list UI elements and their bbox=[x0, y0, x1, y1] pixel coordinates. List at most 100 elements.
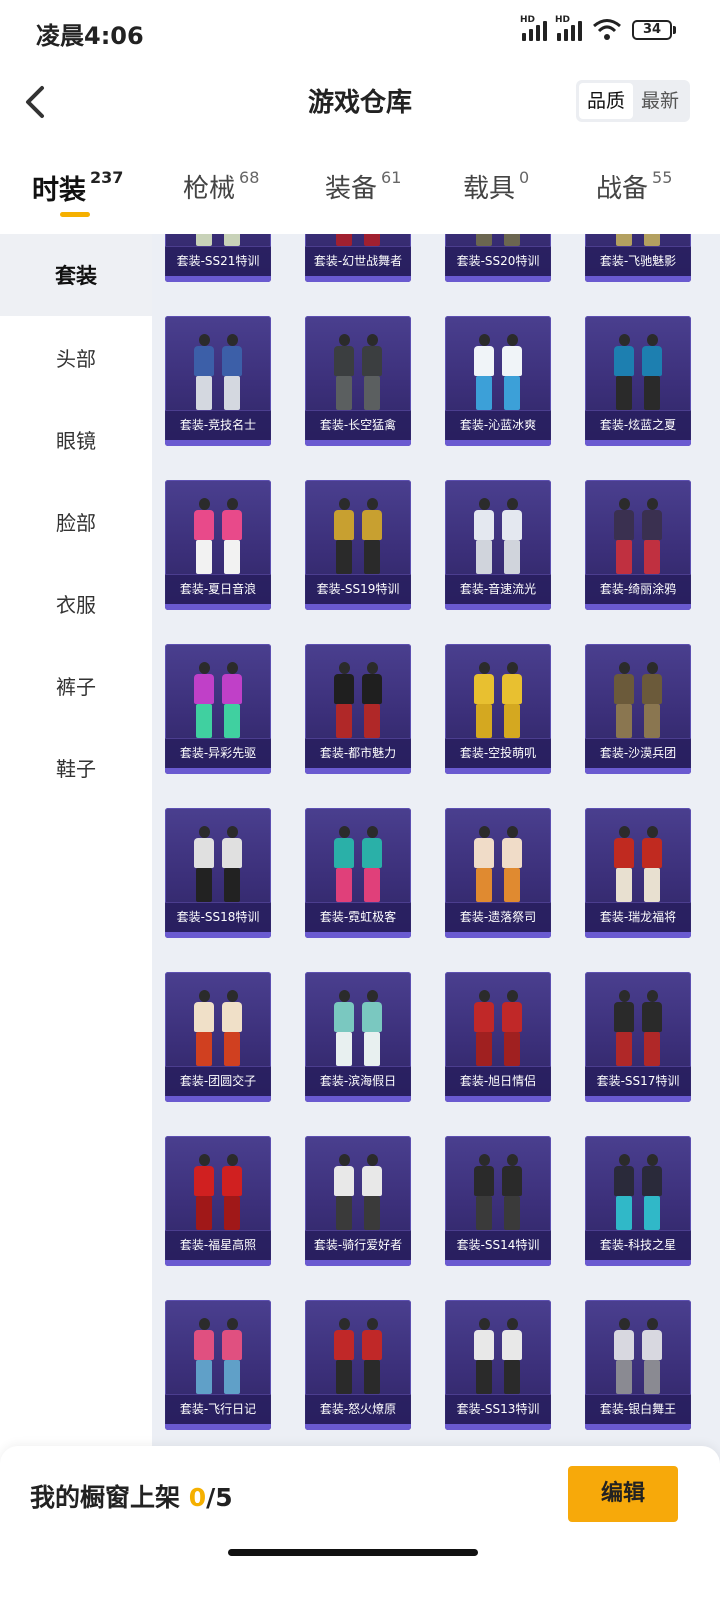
tab-vehicles[interactable]: 载具 0 bbox=[463, 168, 529, 205]
tab-label: 装备 bbox=[325, 174, 378, 204]
sidebar-item-clothes[interactable]: 衣服 bbox=[0, 562, 152, 644]
outfit-name: 套装-幻世战舞者 bbox=[305, 246, 411, 276]
outfit-name: 套装-都市魅力 bbox=[305, 738, 411, 768]
signal-icon-2: HD bbox=[555, 15, 582, 41]
outfit-card[interactable]: 套装-空投萌叽 bbox=[445, 644, 551, 774]
outfit-preview-image bbox=[473, 498, 523, 578]
sidebar-item-suit[interactable]: 套装 bbox=[0, 234, 152, 316]
outfit-name: 套装-绮丽涂鸦 bbox=[585, 574, 691, 604]
sidebar-item-head[interactable]: 头部 bbox=[0, 316, 152, 398]
outfit-card[interactable]: 套装-飞行日记 bbox=[165, 1300, 271, 1430]
outfit-card[interactable]: 套装-炫蓝之夏 bbox=[585, 316, 691, 446]
outfit-card[interactable]: 套装-团圆交子 bbox=[165, 972, 271, 1102]
outfit-name: 套装-长空猛禽 bbox=[305, 410, 411, 440]
outfit-name: 套装-怒火燎原 bbox=[305, 1394, 411, 1424]
outfit-name: 套装-音速流光 bbox=[445, 574, 551, 604]
outfit-name: 套装-霓虹极客 bbox=[305, 902, 411, 932]
outfit-card[interactable]: 套装-滨海假日 bbox=[305, 972, 411, 1102]
tab-label: 时装 bbox=[32, 175, 86, 206]
outfit-name: 套装-SS18特训 bbox=[165, 902, 271, 932]
outfit-name: 套装-SS17特训 bbox=[585, 1066, 691, 1096]
outfit-preview-image bbox=[613, 826, 663, 906]
outfit-preview-image bbox=[193, 1154, 243, 1234]
outfit-name: 套装-飞驰魅影 bbox=[585, 246, 691, 276]
sidebar-item-face[interactable]: 脸部 bbox=[0, 480, 152, 562]
outfit-card[interactable]: 套装-瑞龙福将 bbox=[585, 808, 691, 938]
showcase-total: /5 bbox=[206, 1483, 233, 1512]
outfit-card[interactable]: 套装-飞驰魅影 bbox=[585, 234, 691, 282]
outfit-card[interactable]: 套装-SS17特训 bbox=[585, 972, 691, 1102]
sort-quality-button[interactable]: 品质 bbox=[578, 83, 633, 119]
outfit-card[interactable]: 套装-夏日音浪 bbox=[165, 480, 271, 610]
tab-count: 55 bbox=[652, 168, 673, 187]
header: 游戏仓库 品质 最新 bbox=[0, 64, 720, 140]
tab-weapons[interactable]: 枪械 68 bbox=[183, 168, 259, 205]
outfit-card[interactable]: 套装-长空猛禽 bbox=[305, 316, 411, 446]
outfit-name: 套装-福星高照 bbox=[165, 1230, 271, 1260]
outfit-card[interactable]: 套装-SS19特训 bbox=[305, 480, 411, 610]
outfit-card[interactable]: 套装-幻世战舞者 bbox=[305, 234, 411, 282]
outfit-preview-image bbox=[613, 334, 663, 414]
outfit-card[interactable]: 套装-都市魅力 bbox=[305, 644, 411, 774]
battery-level: 34 bbox=[632, 20, 672, 40]
tab-label: 枪械 bbox=[183, 174, 236, 204]
outfit-card[interactable]: 套装-遗落祭司 bbox=[445, 808, 551, 938]
outfit-card[interactable]: 套装-SS20特训 bbox=[445, 234, 551, 282]
outfit-preview-image bbox=[333, 498, 383, 578]
outfit-card[interactable]: 套装-异彩先驱 bbox=[165, 644, 271, 774]
outfit-card[interactable]: 套装-怒火燎原 bbox=[305, 1300, 411, 1430]
active-tab-indicator bbox=[60, 212, 90, 217]
sidebar-item-shoes[interactable]: 鞋子 bbox=[0, 726, 152, 808]
outfit-name: 套装-瑞龙福将 bbox=[585, 902, 691, 932]
tab-supplies[interactable]: 战备 55 bbox=[596, 168, 672, 205]
outfit-name: 套装-沁蓝冰爽 bbox=[445, 410, 551, 440]
outfit-card[interactable]: 套装-SS18特训 bbox=[165, 808, 271, 938]
outfit-preview-image bbox=[193, 1318, 243, 1398]
edit-button[interactable]: 编辑 bbox=[568, 1466, 678, 1522]
outfit-preview-image bbox=[613, 498, 663, 578]
showcase-current: 0 bbox=[188, 1483, 207, 1512]
outfit-name: 套装-飞行日记 bbox=[165, 1394, 271, 1424]
outfit-preview-image bbox=[613, 1154, 663, 1234]
outfit-card[interactable]: 套装-SS14特训 bbox=[445, 1136, 551, 1266]
outfit-card[interactable]: 套装-SS21特训 bbox=[165, 234, 271, 282]
outfit-card[interactable]: 套装-银白舞王 bbox=[585, 1300, 691, 1430]
tab-fashion[interactable]: 时装 237 bbox=[32, 168, 124, 217]
home-indicator bbox=[228, 1549, 478, 1556]
tab-count: 68 bbox=[239, 168, 260, 187]
outfit-card[interactable]: 套装-SS13特训 bbox=[445, 1300, 551, 1430]
outfit-card[interactable]: 套装-绮丽涂鸦 bbox=[585, 480, 691, 610]
outfit-preview-image bbox=[193, 334, 243, 414]
showcase-label: 我的橱窗上架 bbox=[30, 1483, 181, 1512]
outfit-preview-image bbox=[333, 662, 383, 742]
sort-newest-button[interactable]: 最新 bbox=[633, 83, 687, 119]
outfit-preview-image bbox=[333, 334, 383, 414]
outfit-name: 套装-科技之星 bbox=[585, 1230, 691, 1260]
outfit-card[interactable]: 套装-骑行爱好者 bbox=[305, 1136, 411, 1266]
status-time: 凌晨4:06 bbox=[36, 22, 144, 50]
outfit-name: 套装-遗落祭司 bbox=[445, 902, 551, 932]
outfit-card[interactable]: 套装-沙漠兵团 bbox=[585, 644, 691, 774]
battery-icon: 34 bbox=[632, 20, 676, 40]
outfit-name: 套装-SS19特训 bbox=[305, 574, 411, 604]
tab-count: 237 bbox=[90, 168, 124, 187]
hd-label: HD bbox=[520, 15, 536, 25]
outfit-card[interactable]: 套装-福星高照 bbox=[165, 1136, 271, 1266]
outfit-card[interactable]: 套装-霓虹极客 bbox=[305, 808, 411, 938]
item-grid-scroll[interactable]: 套装-SS21特训 套装-幻世战舞者 套装-SS20特训 套装-飞驰魅影套装-竞技名士… bbox=[152, 234, 720, 1474]
sidebar-item-glasses[interactable]: 眼镜 bbox=[0, 398, 152, 480]
outfit-card[interactable]: 套装-科技之星 bbox=[585, 1136, 691, 1266]
outfit-preview-image bbox=[193, 826, 243, 906]
outfit-name: 套装-旭日情侣 bbox=[445, 1066, 551, 1096]
sidebar-item-pants[interactable]: 裤子 bbox=[0, 644, 152, 726]
outfit-card[interactable]: 套装-竞技名士 bbox=[165, 316, 271, 446]
outfit-preview-image bbox=[473, 662, 523, 742]
tab-label: 载具 bbox=[463, 174, 516, 204]
outfit-name: 套装-团圆交子 bbox=[165, 1066, 271, 1096]
outfit-name: 套装-炫蓝之夏 bbox=[585, 410, 691, 440]
outfit-name: 套装-沙漠兵团 bbox=[585, 738, 691, 768]
tab-equipment[interactable]: 装备 61 bbox=[325, 168, 401, 205]
outfit-card[interactable]: 套装-旭日情侣 bbox=[445, 972, 551, 1102]
outfit-card[interactable]: 套装-沁蓝冰爽 bbox=[445, 316, 551, 446]
outfit-card[interactable]: 套装-音速流光 bbox=[445, 480, 551, 610]
